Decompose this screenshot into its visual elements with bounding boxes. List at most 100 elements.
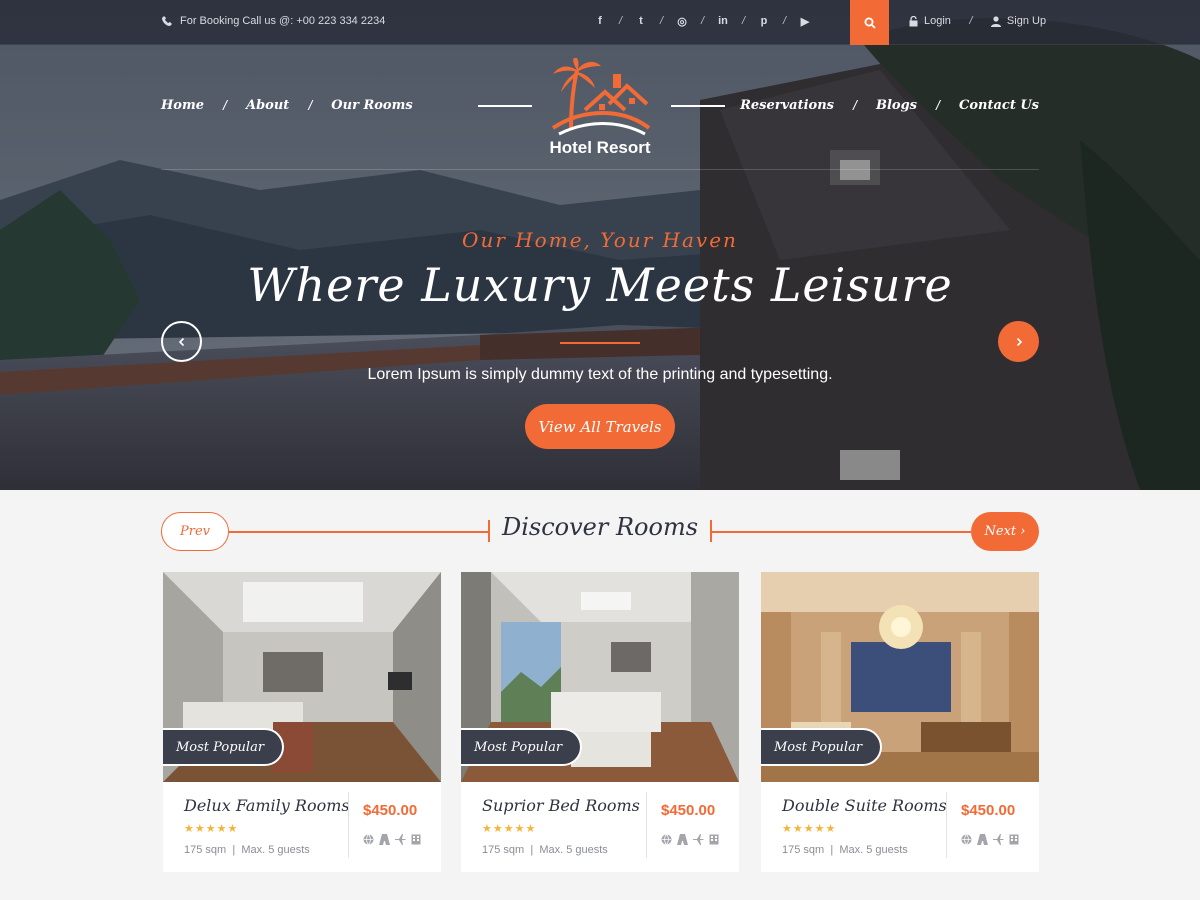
facebook-icon[interactable]: f [594, 13, 606, 29]
lock-icon [909, 15, 918, 26]
room-photo[interactable]: Most Popular [761, 572, 1039, 782]
room-name[interactable]: Delux Family Rooms [184, 796, 350, 815]
room-info: Double Suite Rooms ★★★★★ 175 sqm | Max. … [761, 782, 1039, 872]
room-area: 175 sqm [782, 844, 825, 856]
phone-icon [162, 16, 172, 26]
linkedin-icon[interactable]: in [717, 13, 729, 29]
room-guests: Max. 5 guests [539, 844, 608, 856]
auth-separator: / [969, 15, 973, 27]
site-logo[interactable]: Hotel Resort [533, 57, 667, 162]
room-photo[interactable]: Most Popular [461, 572, 739, 782]
globe-icon [363, 832, 374, 850]
chevron-left-icon [178, 337, 184, 346]
search-icon [864, 17, 876, 29]
logo-dash-right [671, 105, 725, 107]
building-icon [1009, 832, 1019, 850]
social-separator: / [618, 15, 623, 27]
room-meta-separator: | [232, 844, 236, 856]
login-link[interactable]: Login [909, 15, 951, 27]
pinterest-icon[interactable]: p [758, 13, 770, 29]
room-amenities [363, 832, 421, 850]
room-price: $450.00 [363, 802, 418, 819]
room-rating: ★★★★★ [482, 823, 537, 835]
nav-item-home[interactable]: Home [161, 98, 204, 113]
room-price: $450.00 [661, 802, 716, 819]
nav-item-reservations[interactable]: Reservations [740, 98, 834, 113]
signup-link[interactable]: Sign Up [990, 15, 1046, 27]
hero-headline: Where Luxury Meets Leisure [247, 258, 953, 312]
nav-separator: / [936, 97, 940, 113]
hero-section: For Booking Call us @: +00 223 334 2234 … [0, 0, 1200, 490]
road-icon [379, 832, 390, 850]
logo-text: Hotel Resort [549, 138, 651, 157]
main-nav-right: Reservations / Blogs / Contact Us [740, 97, 1039, 113]
nav-separator: / [853, 97, 857, 113]
instagram-icon[interactable]: ◎ [676, 13, 688, 29]
most-popular-badge: Most Popular [761, 728, 883, 766]
social-links: f / t / ◎ / in / p / ▶ [594, 13, 811, 29]
room-area: 175 sqm [184, 844, 227, 856]
card-divider [348, 792, 349, 858]
youtube-icon[interactable]: ▶ [799, 13, 811, 29]
slider-prev-button[interactable] [161, 321, 202, 362]
room-card[interactable]: Most Popular Double Suite Rooms ★★★★★ 17… [761, 572, 1039, 872]
main-nav-left: Home / About / Our Rooms [161, 97, 413, 113]
rooms-next-button[interactable]: Next › [971, 512, 1039, 551]
road-icon [977, 832, 988, 850]
plane-icon [993, 832, 1004, 850]
most-popular-badge: Most Popular [461, 728, 583, 766]
room-card[interactable]: Most Popular Delux Family Rooms ★★★★★ 17… [163, 572, 441, 872]
hero-eyebrow: Our Home, Your Haven [462, 228, 738, 252]
user-icon [990, 15, 1001, 27]
palm-house-logo-icon [551, 57, 651, 136]
room-rating: ★★★★★ [782, 823, 837, 835]
card-divider [646, 792, 647, 858]
logo-dash-left [478, 105, 532, 107]
nav-item-about[interactable]: About [246, 98, 289, 113]
room-photo[interactable]: Most Popular [163, 572, 441, 782]
room-meta: 175 sqm | Max. 5 guests [482, 844, 608, 856]
title-rule-right [711, 531, 971, 533]
room-meta: 175 sqm | Max. 5 guests [782, 844, 908, 856]
slider-next-button[interactable] [998, 321, 1039, 362]
nav-separator: / [223, 97, 227, 113]
card-divider [946, 792, 947, 858]
social-separator: / [741, 15, 746, 27]
nav-item-our-rooms[interactable]: Our Rooms [331, 98, 412, 113]
twitter-icon[interactable]: t [635, 13, 647, 29]
chevron-right-icon [1016, 337, 1022, 346]
search-button[interactable] [850, 0, 889, 45]
social-separator: / [782, 15, 787, 27]
road-icon [677, 832, 688, 850]
building-icon [411, 832, 421, 850]
booking-phone[interactable]: For Booking Call us @: +00 223 334 2234 [162, 15, 385, 27]
room-name[interactable]: Suprior Bed Rooms [482, 796, 640, 815]
hero-subtext: Lorem Ipsum is simply dummy text of the … [367, 366, 833, 383]
building-icon [709, 832, 719, 850]
auth-links: Login / Sign Up [909, 15, 1046, 27]
nav-separator: / [308, 97, 313, 113]
nav-divider [161, 169, 1039, 170]
social-separator: / [700, 15, 705, 27]
room-price: $450.00 [961, 802, 1016, 819]
room-area: 175 sqm [482, 844, 525, 856]
room-amenities [661, 832, 719, 850]
room-card[interactable]: Most Popular Suprior Bed Rooms ★★★★★ 175… [461, 572, 739, 872]
globe-icon [661, 832, 672, 850]
room-meta-separator: | [530, 844, 534, 856]
room-info: Delux Family Rooms ★★★★★ 175 sqm | Max. … [163, 782, 441, 872]
room-name[interactable]: Double Suite Rooms [782, 796, 947, 815]
rooms-prev-button[interactable]: Prev [161, 512, 229, 551]
plane-icon [693, 832, 704, 850]
room-guests: Max. 5 guests [241, 844, 310, 856]
room-meta-separator: | [830, 844, 834, 856]
room-info: Suprior Bed Rooms ★★★★★ 175 sqm | Max. 5… [461, 782, 739, 872]
view-all-travels-button[interactable]: View All Travels [525, 404, 675, 449]
room-meta: 175 sqm | Max. 5 guests [184, 844, 310, 856]
plane-icon [395, 832, 406, 850]
nav-item-contact-us[interactable]: Contact Us [959, 98, 1039, 113]
room-amenities [961, 832, 1019, 850]
headline-underline [560, 342, 640, 344]
nav-item-blogs[interactable]: Blogs [876, 98, 917, 113]
room-guests: Max. 5 guests [839, 844, 908, 856]
